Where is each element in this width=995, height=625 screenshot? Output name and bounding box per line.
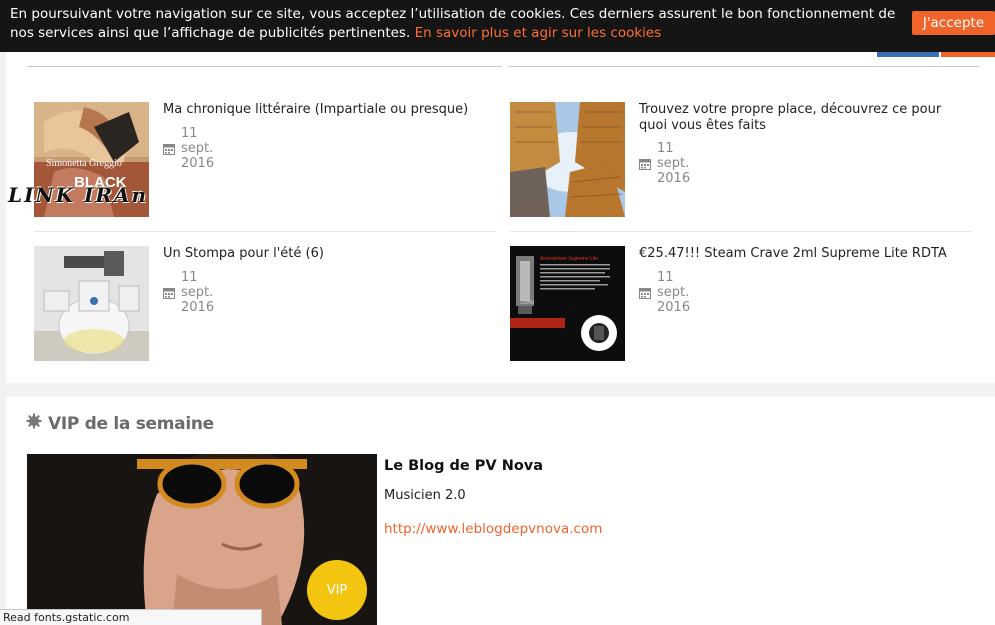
article-title[interactable]: Ma chronique littéraire (Impartiale ou p… (163, 102, 493, 118)
tab-divider-right (508, 66, 979, 67)
article-date: 11 sept. 2016 (163, 270, 214, 315)
cookie-info-link[interactable]: En savoir plus et agir sur les cookies (415, 25, 662, 41)
vip-description: Musicien 2.0 (384, 488, 466, 503)
article-date-text: 11 sept. 2016 (657, 141, 691, 186)
article-date-text: 11 sept. 2016 (181, 270, 215, 315)
article-date: 11 sept. 2016 (163, 126, 214, 171)
calendar-icon (163, 143, 175, 155)
thumb-size-label: 22MM (520, 300, 534, 306)
article-date-text: 11 sept. 2016 (657, 270, 691, 315)
article-title[interactable]: €25.47!!! Steam Crave 2ml Supreme Lite R… (639, 246, 969, 262)
calendar-icon (639, 287, 651, 299)
vip-badge: VIP (307, 560, 367, 620)
row-divider (34, 231, 496, 232)
calendar-icon (163, 287, 175, 299)
article-title[interactable]: Trouvez votre propre place, découvrez ce… (639, 102, 969, 134)
thumb-author: Simonetta Greggio (46, 158, 122, 169)
watermark: LINK IRAn (8, 183, 149, 207)
cookie-banner: En poursuivant votre navigation sur ce s… (0, 0, 995, 52)
article-date: 11 sept. 2016 (639, 141, 690, 186)
vip-heading: VIP de la semaine (26, 413, 214, 434)
article-thumbnail[interactable]: Aromamizer Supreme Lite 22MM (510, 246, 625, 361)
cookie-banner-text-wrap: En poursuivant votre navigation sur ce s… (10, 5, 900, 43)
vip-heading-text: VIP de la semaine (48, 413, 214, 434)
article-date-text: 11 sept. 2016 (181, 126, 215, 171)
vip-website-link[interactable]: http://www.leblogdepvnova.com (384, 521, 602, 537)
row-divider (510, 231, 971, 232)
article-title[interactable]: Un Stompa pour l'été (6) (163, 246, 493, 262)
browser-status-bar: Read fonts.gstatic.com (0, 609, 262, 625)
thumb-product-label: Aromamizer Supreme Lite (540, 256, 598, 262)
article-date: 11 sept. 2016 (639, 270, 690, 315)
vip-name[interactable]: Le Blog de PV Nova (384, 458, 543, 474)
gear-icon (26, 413, 42, 434)
nav-tab-indicator-orange (941, 52, 995, 57)
tab-divider-left (27, 66, 502, 67)
article-thumbnail[interactable] (34, 246, 149, 361)
calendar-icon (639, 158, 651, 170)
accept-cookies-button[interactable]: J'accepte (912, 11, 995, 35)
article-thumbnail[interactable] (510, 102, 625, 217)
nav-tab-indicator-blue (877, 52, 939, 57)
